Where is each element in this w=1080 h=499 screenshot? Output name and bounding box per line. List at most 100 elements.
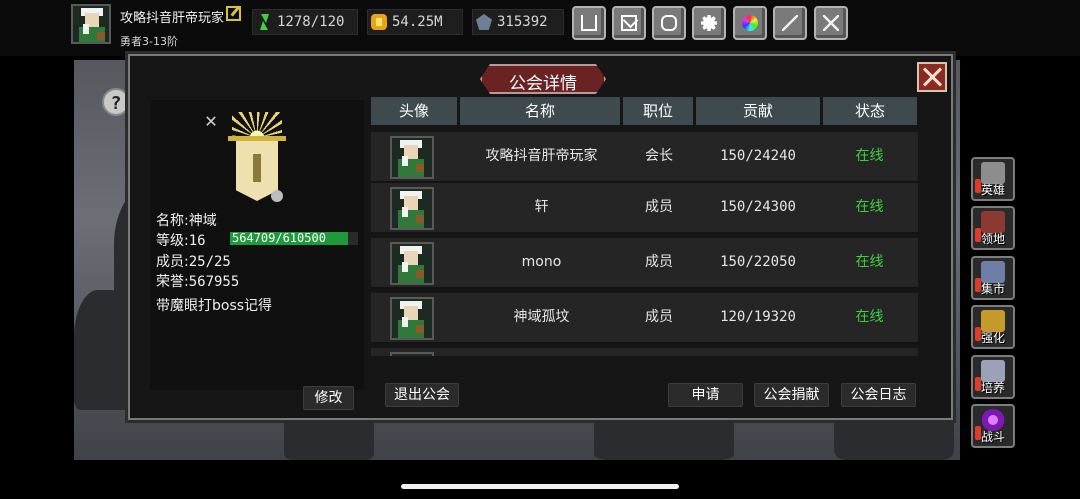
mail-button[interactable] — [612, 6, 646, 40]
member-name: 轩 — [534, 199, 549, 215]
guild-level-line: 等级:16 — [156, 230, 206, 250]
emblem-settings-icon[interactable] — [271, 190, 283, 202]
header-avatar: 头像 — [371, 97, 457, 125]
side-menu-label: 领地 — [980, 232, 1005, 246]
guild-exp-text: 564709/610500 — [232, 232, 326, 245]
guild-members-line: 成员:25/25 — [156, 251, 231, 271]
side-menu-label: 培养 — [980, 381, 1005, 395]
table-row-partial[interactable] — [371, 348, 918, 356]
side-menu-hero[interactable]: 英雄 — [971, 157, 1015, 201]
player-rank: 勇者3-13阶 — [120, 35, 178, 48]
guild-donate-button[interactable]: 公会捐献 — [754, 383, 829, 407]
gamepad-icon — [661, 15, 677, 31]
member-role: 成员 — [645, 199, 673, 215]
table-row[interactable]: 攻略抖音肝帝玩家 会长 150/24240 在线 — [371, 132, 918, 183]
side-menu-label: 强化 — [980, 331, 1005, 345]
edit-name-icon[interactable] — [226, 6, 241, 21]
side-menu-training[interactable]: 培养 — [971, 355, 1015, 399]
member-contribution: 150/22050 — [720, 254, 796, 270]
member-avatar — [390, 136, 434, 179]
energy-counter: 1278/120 — [252, 9, 358, 35]
guild-honor-label: 荣誉: — [156, 274, 189, 290]
settings-button[interactable] — [692, 6, 726, 40]
close-emblem-icon[interactable]: ✕ — [205, 108, 217, 132]
dialog-title: 公会详情 — [509, 74, 577, 94]
header-status: 状态 — [823, 97, 917, 125]
header-contribution: 贡献 — [696, 97, 820, 125]
mail-icon — [621, 15, 637, 31]
member-status: 在线 — [855, 148, 884, 164]
table-row[interactable]: 神域孤坟 成员 120/19320 在线 — [371, 293, 918, 344]
member-name: 攻略抖音肝帝玩家 — [485, 148, 598, 164]
feather-button[interactable] — [773, 6, 807, 40]
side-menu-label: 战斗 — [980, 430, 1005, 444]
member-role: 成员 — [645, 309, 673, 325]
color-wheel-button[interactable] — [733, 6, 767, 40]
member-status: 在线 — [855, 199, 884, 215]
battle-swords-button[interactable] — [814, 6, 848, 40]
table-row[interactable]: mono 成员 150/22050 在线 — [371, 238, 918, 289]
close-icon[interactable] — [917, 62, 947, 92]
member-role: 成员 — [645, 254, 673, 270]
header-name: 名称 — [460, 97, 620, 125]
dialog-title-plate: 公会详情 — [480, 64, 606, 94]
gem-icon — [476, 14, 492, 30]
member-avatar — [390, 187, 434, 230]
member-name: 神域孤坟 — [513, 309, 570, 325]
guild-exp-bar: 564709/610500 — [230, 232, 358, 245]
scene-rock — [74, 290, 134, 410]
energy-value: 1278/120 — [277, 14, 345, 30]
lightning-icon — [256, 14, 272, 30]
guild-level-label: 等级: — [156, 233, 189, 249]
settings-gear-icon — [701, 15, 717, 31]
side-menu-battle[interactable]: 战斗 — [971, 404, 1015, 448]
member-table[interactable]: 攻略抖音肝帝玩家 会长 150/24240 在线 轩 成员 150/24300 … — [371, 132, 918, 356]
gold-coin-icon — [371, 14, 387, 30]
edit-notice-button[interactable]: 修改 — [303, 386, 354, 410]
member-status: 在线 — [855, 309, 884, 325]
player-name: 攻略抖音肝帝玩家 — [120, 11, 225, 26]
member-contribution: 120/19320 — [720, 309, 796, 325]
guild-honor: 567955 — [188, 274, 240, 290]
guild-name-line: 名称:神域 — [156, 210, 217, 230]
side-menu-label: 集市 — [980, 282, 1005, 296]
member-contribution: 150/24300 — [720, 199, 796, 215]
gamepad-button[interactable] — [652, 6, 686, 40]
guild-name: 神域 — [188, 213, 217, 229]
gem-value: 315392 — [497, 14, 548, 30]
table-row[interactable]: 轩 成员 150/24300 在线 — [371, 183, 918, 234]
player-avatar[interactable] — [71, 4, 111, 44]
guild-level: 16 — [188, 233, 206, 249]
guild-honor-line: 荣誉:567955 — [156, 271, 239, 291]
gem-counter: 315392 — [472, 9, 564, 35]
crossed-swords-icon — [823, 15, 839, 31]
member-name: mono — [521, 254, 562, 270]
color-wheel-icon — [742, 15, 758, 31]
gold-counter: 54.25M — [367, 9, 463, 35]
leave-guild-button[interactable]: 退出公会 — [385, 383, 459, 407]
member-avatar — [390, 297, 434, 340]
guild-members-label: 成员: — [156, 254, 189, 270]
shop-cart-icon — [581, 15, 597, 31]
member-role: 会长 — [645, 148, 673, 164]
top-status-bar: 攻略抖音肝帝玩家 勇者3-13阶 1278/120 54.25M 315392 — [0, 0, 1080, 56]
side-menu-market[interactable]: 集市 — [971, 256, 1015, 300]
header-role: 职位 — [623, 97, 693, 125]
home-indicator[interactable] — [401, 484, 679, 489]
member-contribution: 150/24240 — [720, 148, 796, 164]
side-menu-enhance[interactable]: 强化 — [971, 305, 1015, 349]
apply-button[interactable]: 申请 — [668, 383, 743, 407]
member-avatar — [390, 352, 434, 356]
guild-name-label: 名称: — [156, 213, 189, 229]
gold-value: 54.25M — [392, 14, 443, 30]
feather-icon — [782, 15, 798, 31]
help-icon[interactable]: ? — [102, 88, 130, 116]
guild-members: 25/25 — [188, 254, 231, 270]
member-avatar — [390, 242, 434, 285]
side-menu-territory[interactable]: 领地 — [971, 206, 1015, 250]
shop-button[interactable] — [572, 6, 606, 40]
guild-notice: 带魔眼打boss记得 — [156, 298, 273, 314]
member-status: 在线 — [855, 254, 884, 270]
guild-log-button[interactable]: 公会日志 — [841, 383, 916, 407]
side-menu-label: 英雄 — [980, 183, 1005, 197]
